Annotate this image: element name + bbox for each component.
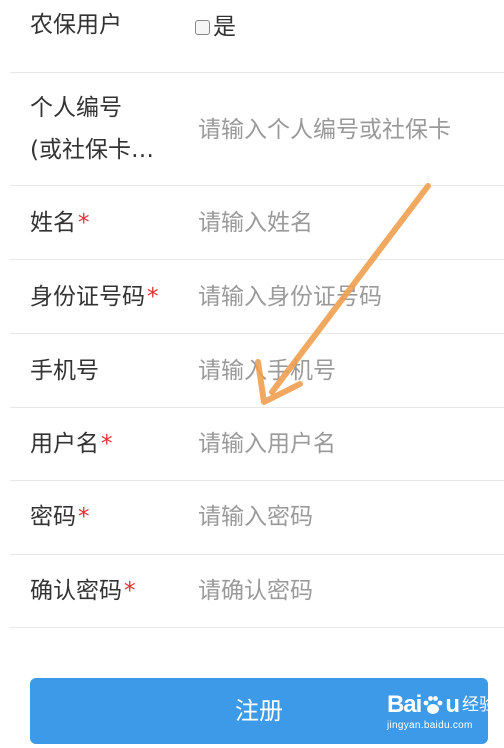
confirm-password-input[interactable]: [198, 574, 504, 608]
username-required-mark: *: [101, 431, 113, 457]
confirm-password-label-text: 确认密码: [30, 578, 122, 604]
username-label: 用户名*: [30, 427, 113, 461]
farm-insurance-checkbox[interactable]: [195, 19, 210, 35]
register-page: 农保用户 是 个人编号 (或社保卡… 姓名* 身份证号码* 手机号 用户名* 密…: [0, 0, 504, 748]
phone-row: 手机号: [10, 334, 504, 408]
confirm-password-required-mark: *: [124, 578, 136, 604]
password-label: 密码*: [30, 500, 90, 534]
paw-icon: [423, 696, 443, 714]
watermark-brand-cn: 经验: [462, 695, 496, 714]
name-label-text: 姓名: [30, 210, 76, 236]
id-number-input[interactable]: [198, 280, 504, 314]
password-label-text: 密码: [30, 504, 76, 530]
password-required-mark: *: [78, 504, 90, 530]
watermark-brand-left: Bai: [386, 691, 422, 718]
password-row: 密码*: [10, 481, 504, 555]
farm-insurance-row: 农保用户 是: [10, 0, 504, 73]
username-label-text: 用户名: [30, 431, 99, 457]
password-input[interactable]: [198, 500, 504, 534]
personal-id-label-line1: 个人编号: [30, 95, 122, 121]
username-row: 用户名*: [10, 408, 504, 481]
id-number-label-text: 身份证号码: [30, 284, 145, 310]
name-required-mark: *: [78, 210, 90, 236]
name-label: 姓名*: [30, 206, 90, 240]
personal-id-input[interactable]: [198, 113, 504, 147]
watermark-brand-right: u: [445, 691, 460, 718]
farm-insurance-label: 农保用户: [30, 12, 122, 38]
personal-id-label-line2: (或社保卡…: [30, 137, 154, 163]
farm-insurance-checkbox-group[interactable]: 是: [195, 12, 236, 42]
username-input[interactable]: [198, 427, 504, 461]
farm-insurance-checkbox-label: 是: [213, 14, 236, 40]
phone-input[interactable]: [198, 354, 504, 388]
confirm-password-row: 确认密码*: [10, 555, 504, 628]
confirm-password-label: 确认密码*: [30, 574, 136, 608]
id-number-required-mark: *: [147, 284, 159, 310]
phone-label: 手机号: [30, 358, 99, 384]
baidu-jingyan-watermark: Bai u 经验 jingyan.baidu.com: [387, 692, 496, 732]
watermark-url: jingyan.baidu.com: [386, 720, 473, 731]
personal-id-row: 个人编号 (或社保卡…: [10, 73, 504, 186]
name-row: 姓名*: [10, 186, 504, 260]
watermark-logo: Bai u 经验: [387, 692, 496, 718]
id-number-row: 身份证号码*: [10, 260, 504, 334]
id-number-label: 身份证号码*: [30, 280, 159, 314]
name-input[interactable]: [198, 206, 504, 240]
